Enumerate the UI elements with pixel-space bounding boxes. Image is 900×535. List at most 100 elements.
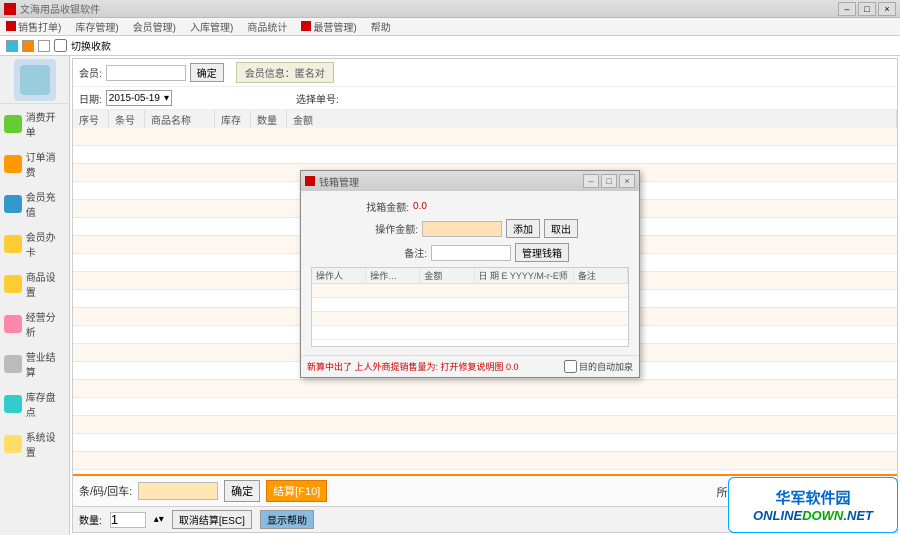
dialog-min-button[interactable]: – <box>583 174 599 188</box>
close-button[interactable]: × <box>878 2 896 16</box>
sidebar-item[interactable]: 库存盘点 <box>0 384 69 424</box>
sidebar-item[interactable]: 系统设置 <box>0 424 69 464</box>
spinner-icon[interactable]: ▴▾ <box>154 514 164 525</box>
col-header[interactable]: 商品名称 <box>145 110 215 129</box>
help-button[interactable]: 显示帮助 <box>260 510 314 529</box>
amount-input[interactable] <box>422 221 502 237</box>
toolbar-label: 切换收款 <box>71 38 111 53</box>
member-label: 会员: <box>79 65 102 80</box>
remark-input[interactable] <box>431 245 511 261</box>
chevron-down-icon: ▾ <box>164 93 169 104</box>
col-header[interactable]: 金额 <box>420 268 474 283</box>
dlg-remark-row: 备注: 管理钱箱 <box>311 243 629 262</box>
dialog-title: 钱箱管理 <box>319 174 359 189</box>
list-icon <box>4 395 22 413</box>
footer-check[interactable]: 目的自动加泉 <box>564 360 633 373</box>
menu-item[interactable]: 会员管理) <box>133 19 176 34</box>
avatar-icon <box>14 59 56 101</box>
menu-item[interactable]: 入库管理) <box>190 19 233 34</box>
table-row[interactable] <box>73 434 897 452</box>
sidebar-user <box>0 56 69 104</box>
table-row[interactable] <box>312 312 628 326</box>
grid-header: 序号 条号 商品名称 库存 数量 金额 <box>73 110 897 130</box>
col-header[interactable]: 备注 <box>574 268 628 283</box>
sidebar: 消费开单 订单消费 会员充值 会员办卡 商品设置 经营分析 营业结算 库存盘点 … <box>0 56 70 535</box>
add-button[interactable]: 添加 <box>506 219 540 238</box>
withdraw-button[interactable]: 取出 <box>544 219 578 238</box>
cashbox-dialog: 钱箱管理 – □ × 找箱金额: 0.0 操作金额: 添加 取出 备注: 管理钱… <box>300 170 640 378</box>
col-header[interactable]: 操作… <box>366 268 420 283</box>
table-row[interactable] <box>312 326 628 340</box>
toolbar-swatch-orange[interactable] <box>22 40 34 52</box>
watermark-en: ONLINEDOWN.NET <box>753 508 873 523</box>
sidebar-item[interactable]: 订单消费 <box>0 144 69 184</box>
balance-value: 0.0 <box>413 201 473 212</box>
code-label: 条/码/回车: <box>79 483 132 499</box>
watermark-logo: 华军软件园 ONLINEDOWN.NET <box>728 477 898 533</box>
checkout-button[interactable]: 结算[F10] <box>266 480 327 502</box>
card-icon <box>4 235 22 253</box>
menu-item[interactable]: 销售打单) <box>6 19 61 34</box>
menu-icon <box>301 21 311 31</box>
sidebar-item[interactable]: 商品设置 <box>0 264 69 304</box>
col-header[interactable]: 数量 <box>251 110 287 129</box>
tag-icon <box>4 115 22 133</box>
toolbar-swatch-blue[interactable] <box>6 40 18 52</box>
table-row[interactable] <box>312 284 628 298</box>
date-label: 日期: <box>79 91 102 106</box>
dialog-footer: 新算中出了 上人外商提销售量为: 打开修复说明图 0.0 目的自动加泉 <box>301 355 639 377</box>
app-title: 文海用品收银软件 <box>20 1 100 16</box>
sidebar-item[interactable]: 经营分析 <box>0 304 69 344</box>
menu-icon <box>6 21 16 31</box>
member-input[interactable] <box>106 65 186 81</box>
footer-text: 新算中出了 上人外商提销售量为: 打开修复说明图 0.0 <box>307 360 519 373</box>
date-picker[interactable]: 2015-05-19 ▾ <box>106 90 172 106</box>
code-input[interactable] <box>138 482 218 500</box>
dialog-controls: – □ × <box>583 174 635 188</box>
titlebar: 文海用品收银软件 – □ × <box>0 0 900 18</box>
sidebar-item[interactable]: 营业结算 <box>0 344 69 384</box>
dialog-icon <box>305 176 315 186</box>
sidebar-item[interactable]: 会员充值 <box>0 184 69 224</box>
dlg-amount-row: 操作金额: 添加 取出 <box>311 219 629 238</box>
dialog-grid: 操作人 操作… 金额 日 期 E YYYY/M-r-E师 备注 <box>311 267 629 347</box>
manage-cashbox-button[interactable]: 管理钱箱 <box>515 243 569 262</box>
maximize-button[interactable]: □ <box>858 2 876 16</box>
table-row[interactable] <box>73 146 897 164</box>
table-row[interactable] <box>73 128 897 146</box>
menu-item[interactable]: 帮助 <box>371 19 391 34</box>
table-row[interactable] <box>312 298 628 312</box>
toolbar-swatch-white[interactable] <box>38 40 50 52</box>
menu-item[interactable]: 商品统计 <box>247 19 287 34</box>
watermark-cn: 华军软件园 <box>775 487 850 508</box>
code-confirm-button[interactable]: 确定 <box>224 480 260 502</box>
cancel-button[interactable]: 取消结算[ESC] <box>172 510 252 529</box>
dialog-max-button[interactable]: □ <box>601 174 617 188</box>
col-header[interactable]: 库存 <box>215 110 251 129</box>
sidebar-item[interactable]: 会员办卡 <box>0 224 69 264</box>
member-confirm-button[interactable]: 确定 <box>190 63 224 82</box>
minimize-button[interactable]: – <box>838 2 856 16</box>
toolbar: 切换收款 <box>0 36 900 56</box>
table-row[interactable] <box>73 398 897 416</box>
dialog-close-button[interactable]: × <box>619 174 635 188</box>
col-header[interactable]: 序号 <box>73 110 109 129</box>
table-row[interactable] <box>73 452 897 470</box>
toolbar-checkbox[interactable] <box>54 39 67 52</box>
auto-checkbox[interactable] <box>564 360 577 373</box>
col-header[interactable]: 日 期 E YYYY/M-r-E师 <box>475 268 574 283</box>
lock-icon <box>4 435 22 453</box>
menu-item[interactable]: 库存管理) <box>75 19 118 34</box>
dialog-titlebar[interactable]: 钱箱管理 – □ × <box>301 171 639 191</box>
table-row[interactable] <box>73 416 897 434</box>
qty-input[interactable] <box>110 512 146 528</box>
menu-item[interactable]: 最营管理) <box>301 19 356 34</box>
table-row[interactable] <box>73 380 897 398</box>
dialog-grid-body <box>312 284 628 340</box>
col-header[interactable]: 条号 <box>109 110 145 129</box>
sidebar-item[interactable]: 消费开单 <box>0 104 69 144</box>
amount-label: 操作金额: <box>362 221 418 236</box>
col-header[interactable]: 金额 <box>287 110 897 129</box>
table-row[interactable] <box>73 470 897 474</box>
col-header[interactable]: 操作人 <box>312 268 366 283</box>
